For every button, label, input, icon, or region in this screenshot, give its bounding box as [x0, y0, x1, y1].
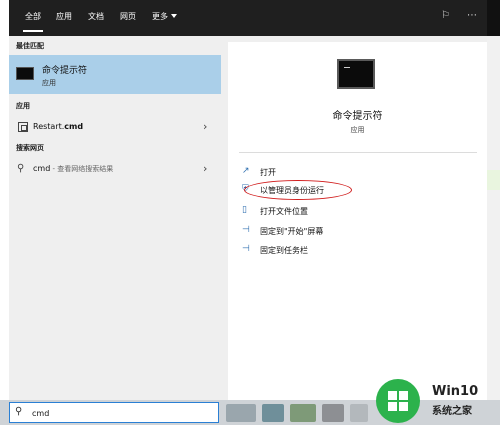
- list-item-label-bold: cmd: [64, 122, 84, 131]
- open-icon: ↗: [242, 166, 250, 176]
- chevron-right-icon[interactable]: ›: [203, 120, 207, 133]
- tab-more-label: 更多: [152, 12, 168, 21]
- pin-icon: ⊣: [242, 244, 250, 254]
- web-hint: - 查看网络搜索结果: [50, 165, 114, 173]
- section-best-match: 最佳匹配: [16, 42, 44, 50]
- preview-subtitle: 应用: [350, 126, 365, 134]
- best-match-subtitle: 应用: [42, 79, 56, 87]
- more-options-icon[interactable]: ⋯: [467, 10, 477, 21]
- list-item-restart-cmd[interactable]: Restart.cmd ›: [9, 116, 221, 138]
- action-open-file-location[interactable]: ▯ 打开文件位置: [238, 202, 478, 220]
- taskbar-app-icon[interactable]: [226, 404, 256, 422]
- tab-all[interactable]: 全部: [23, 11, 43, 32]
- search-input[interactable]: [32, 406, 182, 420]
- command-prompt-large-icon: [337, 59, 375, 89]
- best-match-title: 命令提示符: [42, 66, 88, 76]
- divider: [239, 152, 477, 153]
- tab-apps[interactable]: 应用: [56, 11, 72, 22]
- background-titlebar: [487, 0, 500, 36]
- chevron-right-icon[interactable]: ›: [203, 162, 207, 175]
- action-label: 打开: [260, 168, 276, 177]
- tab-web[interactable]: 网页: [120, 11, 136, 22]
- list-item-label: Restart.cmd: [33, 122, 83, 131]
- taskbar-search-box[interactable]: ⚲: [9, 402, 219, 423]
- action-pin-to-taskbar[interactable]: ⊣ 固定到任务栏: [238, 241, 478, 259]
- search-icon: ⚲: [17, 163, 25, 174]
- tab-documents[interactable]: 文档: [88, 11, 104, 22]
- action-label: 固定到任务栏: [260, 246, 308, 255]
- win10-logo: [376, 379, 420, 423]
- chevron-down-icon: [171, 14, 177, 18]
- preview-pane: 命令提示符 应用 ↗ 打开 ⛨ 以管理员身份运行 ▯ 打开文件位置 ⊣ 固定到"…: [228, 42, 487, 400]
- list-item-label-main: Restart.: [33, 122, 65, 131]
- folder-icon: ▯: [242, 205, 247, 215]
- section-web: 搜索网页: [16, 144, 44, 152]
- results-list: 最佳匹配 命令提示符 应用 应用 Restart.cmd › 搜索网页 ⚲ cm…: [9, 36, 221, 400]
- action-label: 打开文件位置: [260, 207, 308, 216]
- start-search-panel: 全部 应用 文档 网页 更多 ⚐ ⋯ 最佳匹配 命令提示符 应用 应用 Rest…: [9, 0, 487, 400]
- action-label: 固定到"开始"屏幕: [260, 227, 324, 236]
- preview-title: 命令提示符: [332, 111, 383, 122]
- web-search-item[interactable]: ⚲ cmd - 查看网络搜索结果 ›: [9, 158, 221, 180]
- pin-icon: ⊣: [242, 225, 250, 235]
- action-open[interactable]: ↗ 打开: [238, 163, 478, 181]
- best-match-item[interactable]: 命令提示符 应用: [9, 55, 221, 94]
- windows-logo-icon: [388, 391, 408, 411]
- web-search-label: cmd - 查看网络搜索结果: [33, 164, 113, 174]
- taskbar-app-icon[interactable]: [290, 404, 316, 422]
- search-icon: ⚲: [15, 406, 23, 417]
- taskbar-app-icon[interactable]: [350, 404, 368, 422]
- feedback-icon[interactable]: ⚐: [441, 10, 450, 21]
- watermark-title: Win10: [432, 384, 479, 399]
- action-pin-to-start[interactable]: ⊣ 固定到"开始"屏幕: [238, 222, 478, 240]
- taskbar-app-icon[interactable]: [322, 404, 344, 422]
- search-filter-bar: 全部 应用 文档 网页 更多 ⚐ ⋯: [9, 0, 487, 36]
- watermark-subtitle: 系统之家: [432, 406, 472, 417]
- web-query: cmd: [33, 164, 51, 173]
- annotation-ellipse: [244, 180, 352, 200]
- file-icon: [18, 122, 28, 132]
- background-window: [487, 0, 500, 425]
- tab-more[interactable]: 更多: [152, 11, 177, 22]
- command-prompt-icon: [16, 67, 34, 80]
- background-highlight: [487, 170, 500, 190]
- taskbar-app-icon[interactable]: [262, 404, 284, 422]
- section-apps: 应用: [16, 102, 30, 110]
